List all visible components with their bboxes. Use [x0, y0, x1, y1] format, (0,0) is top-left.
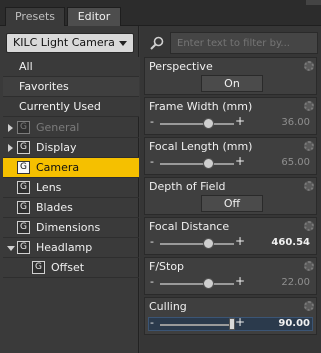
tree-item-general[interactable]: G General — [3, 118, 139, 138]
gear-icon[interactable] — [304, 101, 314, 111]
property-title: Focal Distance — [149, 220, 230, 233]
chevron-down-icon — [119, 41, 127, 46]
group-icon: G — [32, 261, 45, 274]
focal-distance-slider[interactable]: - + 460.54 — [149, 234, 312, 251]
culling-slider[interactable]: - + 90.00 — [148, 315, 313, 331]
perspective-toggle-button[interactable]: On — [201, 75, 263, 92]
tree-item-label: Lens — [36, 181, 62, 194]
gear-icon[interactable] — [304, 221, 314, 231]
property-focal-distance: Focal Distance - + 460.54 — [144, 217, 317, 255]
group-icon: G — [17, 221, 30, 234]
collapse-arrow-icon[interactable] — [7, 246, 15, 251]
increment-icon[interactable]: + — [235, 315, 245, 329]
gear-icon[interactable] — [304, 181, 314, 191]
tree-item-offset[interactable]: G Offset — [3, 258, 139, 278]
increment-icon[interactable]: + — [235, 154, 245, 168]
slider-knob[interactable] — [203, 278, 215, 289]
fstop-slider[interactable]: - + 22.00 — [149, 274, 312, 291]
expand-arrow-icon[interactable] — [8, 124, 13, 132]
slider-track — [160, 283, 234, 285]
tree-item-blades[interactable]: G Blades — [3, 198, 139, 218]
category-currently-used[interactable]: Currently Used — [3, 97, 139, 117]
node-select-value: KILC Light Camera — [13, 36, 115, 49]
left-panel: KILC Light Camera All Favorites Currentl… — [0, 26, 139, 353]
decrement-icon[interactable]: - — [150, 115, 154, 128]
property-title: Frame Width (mm) — [149, 100, 253, 113]
property-title: Culling — [149, 300, 187, 313]
property-value[interactable]: 22.00 — [281, 277, 310, 288]
category-all[interactable]: All — [3, 57, 139, 77]
category-list: All Favorites Currently Used — [3, 57, 139, 117]
slider-track — [160, 324, 234, 326]
gear-icon[interactable] — [304, 301, 314, 311]
tree-item-label: Headlamp — [36, 241, 93, 254]
slider-knob[interactable] — [203, 238, 215, 249]
expand-arrow-icon[interactable] — [8, 144, 13, 152]
increment-icon[interactable]: + — [235, 274, 245, 288]
property-title: Depth of Field — [149, 180, 226, 193]
focal-length-slider[interactable]: - + 65.00 — [149, 154, 312, 171]
tree-item-lens[interactable]: G Lens — [3, 178, 139, 198]
increment-icon[interactable]: + — [235, 234, 245, 248]
property-focal-length: Focal Length (mm) - + 65.00 — [144, 137, 317, 175]
property-value[interactable]: 65.00 — [281, 157, 310, 168]
property-title: Focal Length (mm) — [149, 140, 253, 153]
property-value[interactable]: 90.00 — [278, 318, 310, 329]
tab-presets[interactable]: Presets — [5, 7, 65, 26]
property-value[interactable]: 460.54 — [271, 237, 310, 248]
node-select-dropdown[interactable]: KILC Light Camera — [6, 33, 134, 53]
search-icon — [150, 36, 164, 50]
tree-item-label: Camera — [36, 161, 80, 174]
decrement-icon[interactable]: - — [150, 316, 154, 329]
decrement-icon[interactable]: - — [150, 275, 154, 288]
group-icon: G — [17, 141, 30, 154]
slider-knob[interactable] — [203, 158, 215, 169]
category-favorites[interactable]: Favorites — [3, 77, 139, 97]
slider-track — [160, 243, 234, 245]
frame-width-slider[interactable]: - + 36.00 — [149, 114, 312, 131]
decrement-icon[interactable]: - — [150, 155, 154, 168]
tree-item-display[interactable]: G Display — [3, 138, 139, 158]
tree-item-label: Blades — [36, 201, 73, 214]
property-title: Perspective — [149, 60, 213, 73]
panel-tab-bar: Presets Editor — [0, 0, 321, 26]
filter-input[interactable] — [170, 32, 318, 54]
depth-of-field-toggle-button[interactable]: Off — [201, 195, 263, 212]
tree-item-dimensions[interactable]: G Dimensions — [3, 218, 139, 238]
group-icon: G — [17, 121, 30, 134]
tree-item-label: General — [36, 121, 80, 134]
tab-editor[interactable]: Editor — [67, 7, 121, 26]
property-group-tree: G General G Display G Camera G Lens G Bl… — [3, 118, 139, 278]
gear-icon[interactable] — [304, 61, 314, 71]
slider-track — [160, 123, 234, 125]
tree-item-label: Offset — [51, 261, 85, 274]
gear-icon[interactable] — [304, 141, 314, 151]
tree-item-label: Display — [36, 141, 77, 154]
group-icon: G — [17, 201, 30, 214]
group-icon: G — [17, 241, 30, 254]
gear-icon[interactable] — [304, 261, 314, 271]
slider-knob[interactable] — [228, 318, 235, 330]
tree-item-label: Dimensions — [36, 221, 101, 234]
properties-panel: Perspective On Frame Width (mm) - + 36.0… — [140, 26, 321, 353]
property-culling: Culling - + 90.00 — [144, 297, 317, 335]
decrement-icon[interactable]: - — [150, 235, 154, 248]
group-icon: G — [17, 181, 30, 194]
group-icon: G — [17, 161, 30, 174]
slider-knob[interactable] — [203, 118, 215, 129]
property-value[interactable]: 36.00 — [281, 117, 310, 128]
property-frame-width: Frame Width (mm) - + 36.00 — [144, 97, 317, 135]
panel-corner-grip[interactable] — [306, 0, 321, 5]
property-perspective: Perspective On — [144, 57, 317, 95]
property-depth-of-field: Depth of Field Off — [144, 177, 317, 215]
tree-item-camera[interactable]: G Camera — [3, 158, 139, 178]
tree-item-headlamp[interactable]: G Headlamp — [3, 238, 139, 258]
slider-track — [160, 163, 234, 165]
increment-icon[interactable]: + — [235, 114, 245, 128]
property-title: F/Stop — [149, 260, 185, 273]
property-fstop: F/Stop - + 22.00 — [144, 257, 317, 295]
